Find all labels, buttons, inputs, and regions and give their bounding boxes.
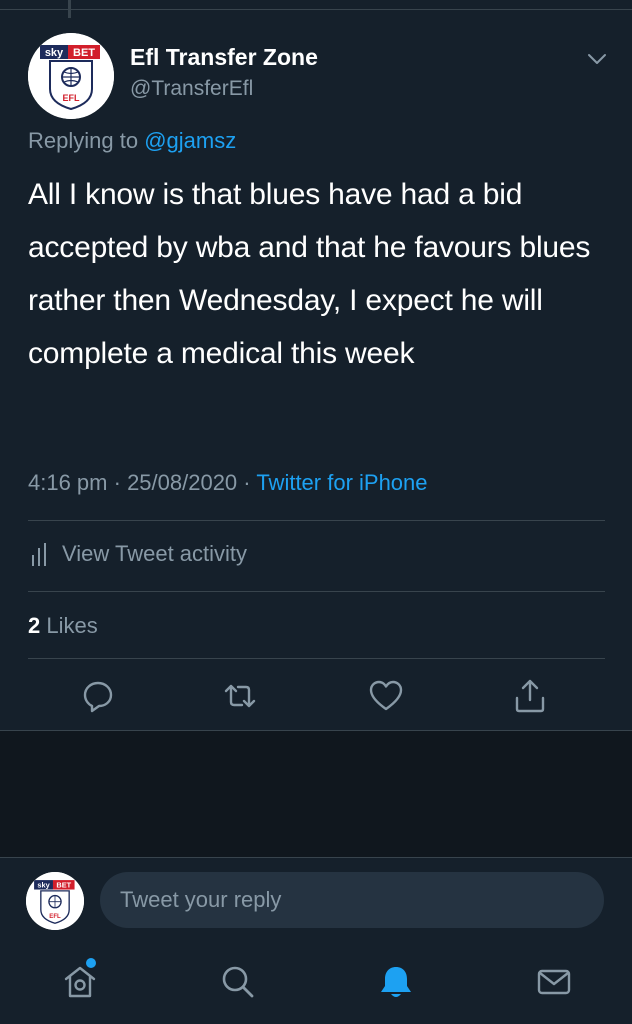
tweet-text: All I know is that blues have had a bid … (28, 178, 591, 370)
logo-bet-text: BET (73, 47, 95, 59)
divider (28, 591, 605, 592)
tweet-reply-input[interactable] (100, 872, 604, 928)
bar-chart-icon (32, 543, 46, 566)
meta-separator: · (107, 470, 128, 495)
view-tweet-activity-label: View Tweet activity (62, 541, 248, 566)
tweet-date: 25/08/2020 (127, 470, 238, 495)
sky-bet-efl-logo-icon: sky BET EFL (26, 872, 84, 930)
likes-count-link[interactable]: 2 Likes (28, 613, 98, 639)
tab-messages[interactable] (534, 962, 574, 1002)
tweet-meta: 4:16 pm · 25/08/2020 · Twitter for iPhon… (28, 470, 428, 496)
author-avatar[interactable]: sky BET EFL (28, 33, 114, 119)
likes-count: 2 (28, 613, 41, 638)
logo-sky-text: sky (37, 881, 50, 890)
likes-label: Likes (46, 613, 98, 638)
logo-efl-text: EFL (63, 93, 81, 103)
reply-icon (83, 681, 113, 713)
tweet-actions-bar (0, 678, 632, 718)
logo-sky-text: sky (45, 47, 64, 59)
sky-bet-efl-logo-icon: sky BET EFL (28, 33, 114, 119)
retweet-icon (224, 684, 256, 708)
like-button[interactable] (368, 678, 404, 714)
replying-to-line: Replying to @gjamsz (28, 128, 236, 154)
tweet-detail-screen: sky BET EFL Efl Transfer Zone @TransferE… (0, 0, 632, 1024)
empty-replies-area (0, 730, 632, 857)
share-button[interactable] (512, 678, 548, 714)
author-handle[interactable]: @TransferEfl (130, 77, 253, 101)
top-divider (0, 9, 632, 10)
view-tweet-activity-button[interactable]: View Tweet activity (30, 540, 247, 568)
reply-button[interactable] (80, 678, 116, 714)
divider (28, 658, 605, 659)
chevron-down-icon[interactable] (584, 46, 610, 72)
notifications-icon (381, 967, 411, 997)
share-icon (515, 679, 545, 713)
thread-connector-line (68, 0, 71, 18)
logo-efl-text: EFL (49, 914, 61, 920)
messages-icon (537, 969, 571, 995)
tab-notifications[interactable] (376, 962, 416, 1002)
tab-home[interactable] (60, 962, 100, 1002)
home-icon (64, 966, 96, 998)
meta-separator: · (237, 470, 257, 495)
divider (28, 520, 605, 521)
home-new-content-dot (86, 958, 96, 968)
author-display-name[interactable]: Efl Transfer Zone (130, 44, 318, 71)
current-user-avatar[interactable]: sky BET EFL (26, 872, 84, 930)
logo-bet-text: BET (56, 881, 71, 890)
tweet-source-link[interactable]: Twitter for iPhone (256, 470, 427, 495)
replying-mention-link[interactable]: @gjamsz (144, 128, 236, 153)
search-icon (222, 966, 254, 998)
retweet-button[interactable] (222, 678, 258, 714)
tweet-time: 4:16 pm (28, 470, 108, 495)
heart-icon (369, 680, 403, 711)
replying-prefix: Replying to (28, 128, 139, 153)
tab-search[interactable] (218, 962, 258, 1002)
